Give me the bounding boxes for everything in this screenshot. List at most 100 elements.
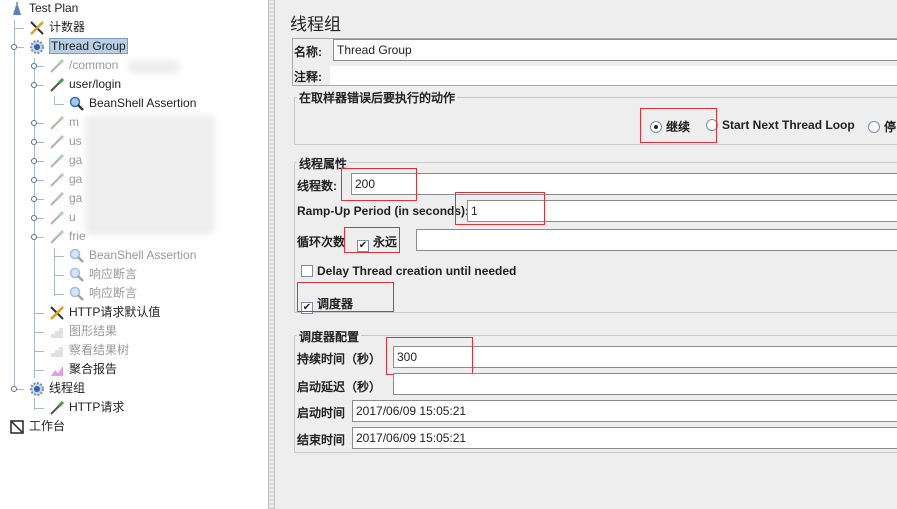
- end-time-label: 结束时间: [297, 433, 346, 447]
- tree-expand-toggle[interactable]: [31, 196, 37, 202]
- tree-node-label: us: [69, 134, 82, 148]
- checkbox-label: Delay Thread creation until needed: [317, 264, 517, 278]
- radio-stop[interactable]: 停: [868, 118, 896, 135]
- tree-expand-toggle[interactable]: [31, 120, 37, 126]
- tree-expand-toggle[interactable]: [31, 139, 37, 145]
- tree-node[interactable]: 响应断言: [69, 284, 137, 303]
- tree-node[interactable]: BeanShell Assertion: [69, 246, 196, 265]
- highlight-box: [640, 108, 717, 143]
- listener-chart-icon: [49, 324, 65, 340]
- radio-icon: [868, 121, 880, 133]
- thread-count-input[interactable]: 200: [351, 173, 897, 195]
- startup-delay-input[interactable]: [393, 373, 897, 395]
- config-tools-icon: [49, 305, 65, 321]
- tree-node-label: 图形结果: [69, 324, 118, 338]
- tree-node[interactable]: m: [50, 113, 79, 132]
- tree-expand-toggle[interactable]: [11, 386, 17, 392]
- comment-label: 注释:: [294, 70, 322, 84]
- highlight-box: [297, 282, 394, 312]
- sampler-pipette-icon: [49, 58, 65, 74]
- name-input[interactable]: Thread Group: [333, 39, 897, 61]
- test-plan-tree[interactable]: Test Plan 计数器 Thread Group/common user/logi…: [0, 0, 268, 509]
- tree-line: [34, 370, 44, 371]
- tree-node[interactable]: ga: [50, 170, 82, 189]
- tree-node-label: /common: [69, 58, 119, 72]
- config-tools-icon: [29, 20, 45, 36]
- tree-expand-toggle[interactable]: [31, 158, 37, 164]
- rampup-label: Ramp-Up Period (in seconds):: [297, 204, 470, 218]
- tree-node[interactable]: ga: [50, 189, 83, 208]
- assertion-magnifier-icon: [69, 286, 85, 302]
- tree-expand-toggle[interactable]: [31, 215, 37, 221]
- tree-node-label: u: [69, 210, 76, 224]
- tree-node-label: 响应断言: [89, 267, 138, 281]
- checkbox-icon: [301, 265, 313, 277]
- tree-line: [54, 275, 64, 276]
- tree-expand-toggle[interactable]: [31, 177, 37, 183]
- tree-expand-toggle[interactable]: [31, 63, 37, 69]
- tree-node[interactable]: 聚合报告: [51, 360, 118, 379]
- assertion-magnifier-icon: [69, 267, 85, 283]
- tree-node[interactable]: Test Plan: [13, 0, 79, 18]
- tree-node-label: ga: [69, 191, 83, 205]
- sampler-pipette-icon: [49, 134, 65, 150]
- thread-group-panel: 线程组 名称: Thread Group 注释: 在取样器错误后要执行的动作 继…: [275, 0, 897, 509]
- tree-node-label: m: [69, 115, 79, 129]
- tree-line: [14, 20, 15, 390]
- page-title: 线程组: [290, 15, 341, 34]
- tree-node[interactable]: 察看结果树: [51, 341, 130, 360]
- tree-node[interactable]: frie: [50, 227, 86, 246]
- tree-node[interactable]: 线程组: [30, 379, 85, 398]
- loop-count-label: 循环次数: [297, 235, 346, 249]
- tree-expand-toggle[interactable]: [31, 82, 37, 88]
- tree-expand-toggle[interactable]: [31, 234, 37, 240]
- tree-node-label: BeanShell Assertion: [89, 96, 197, 110]
- tree-node[interactable]: 图形结果: [51, 322, 118, 341]
- error-action-title: 在取样器错误后要执行的动作: [297, 89, 458, 106]
- end-time-input[interactable]: 2017/06/09 15:05:21: [352, 427, 897, 449]
- tree-node[interactable]: HTTP请求: [50, 398, 124, 417]
- loop-count-input[interactable]: [416, 229, 897, 251]
- tree-node-label: Thread Group: [49, 38, 128, 54]
- test-plan-icon: [9, 1, 25, 17]
- tree-line: [54, 96, 55, 104]
- assertion-magnifier-icon: [69, 96, 85, 112]
- tree-node[interactable]: Thread Group: [30, 37, 128, 56]
- highlight-box: [386, 337, 473, 375]
- tree-node[interactable]: HTTP请求默认值: [50, 303, 161, 322]
- comment-input[interactable]: [330, 66, 897, 85]
- workbench-icon: [9, 419, 25, 435]
- tree-node[interactable]: /common: [50, 56, 119, 75]
- tree-expand-toggle[interactable]: [11, 44, 17, 50]
- thread-count-label: 线程数:: [297, 179, 337, 193]
- tree-node-label: 聚合报告: [69, 362, 118, 376]
- listener-report-icon: [49, 362, 65, 378]
- tree-node[interactable]: 工作台: [10, 417, 66, 436]
- tree-line: [34, 408, 44, 409]
- tree-node-label: 察看结果树: [69, 343, 130, 357]
- tree-line: [14, 28, 24, 29]
- redaction-blur: [128, 60, 180, 74]
- tree-node-label: 计数器: [49, 20, 86, 34]
- start-time-input[interactable]: 2017/06/09 15:05:21: [352, 400, 897, 422]
- tree-node[interactable]: 计数器: [30, 18, 86, 37]
- assertion-magnifier-icon: [69, 248, 85, 264]
- tree-node[interactable]: u: [50, 208, 76, 227]
- listener-chart-icon: [49, 343, 65, 359]
- tree-node-label: Test Plan: [29, 1, 79, 15]
- redaction-blur: [85, 115, 215, 235]
- sampler-pipette-icon: [49, 229, 65, 245]
- tree-node-label: HTTP请求默认值: [69, 305, 161, 319]
- tree-node[interactable]: ga: [50, 151, 82, 170]
- radio-start-next-loop[interactable]: Start Next Thread Loop: [706, 118, 855, 132]
- sampler-pipette-icon: [49, 400, 65, 416]
- tree-node-label: 工作台: [29, 419, 66, 433]
- delay-thread-checkbox[interactable]: Delay Thread creation until needed: [301, 264, 516, 278]
- tree-node[interactable]: BeanShell Assertion: [69, 94, 197, 113]
- tree-node[interactable]: us: [50, 132, 82, 151]
- tree-node[interactable]: user/login: [50, 75, 121, 94]
- split-pane-divider[interactable]: [268, 0, 275, 509]
- sampler-pipette-icon: [49, 210, 65, 226]
- tree-node[interactable]: 响应断言: [69, 265, 138, 284]
- scheduler-config-title: 调度器配置: [297, 328, 362, 345]
